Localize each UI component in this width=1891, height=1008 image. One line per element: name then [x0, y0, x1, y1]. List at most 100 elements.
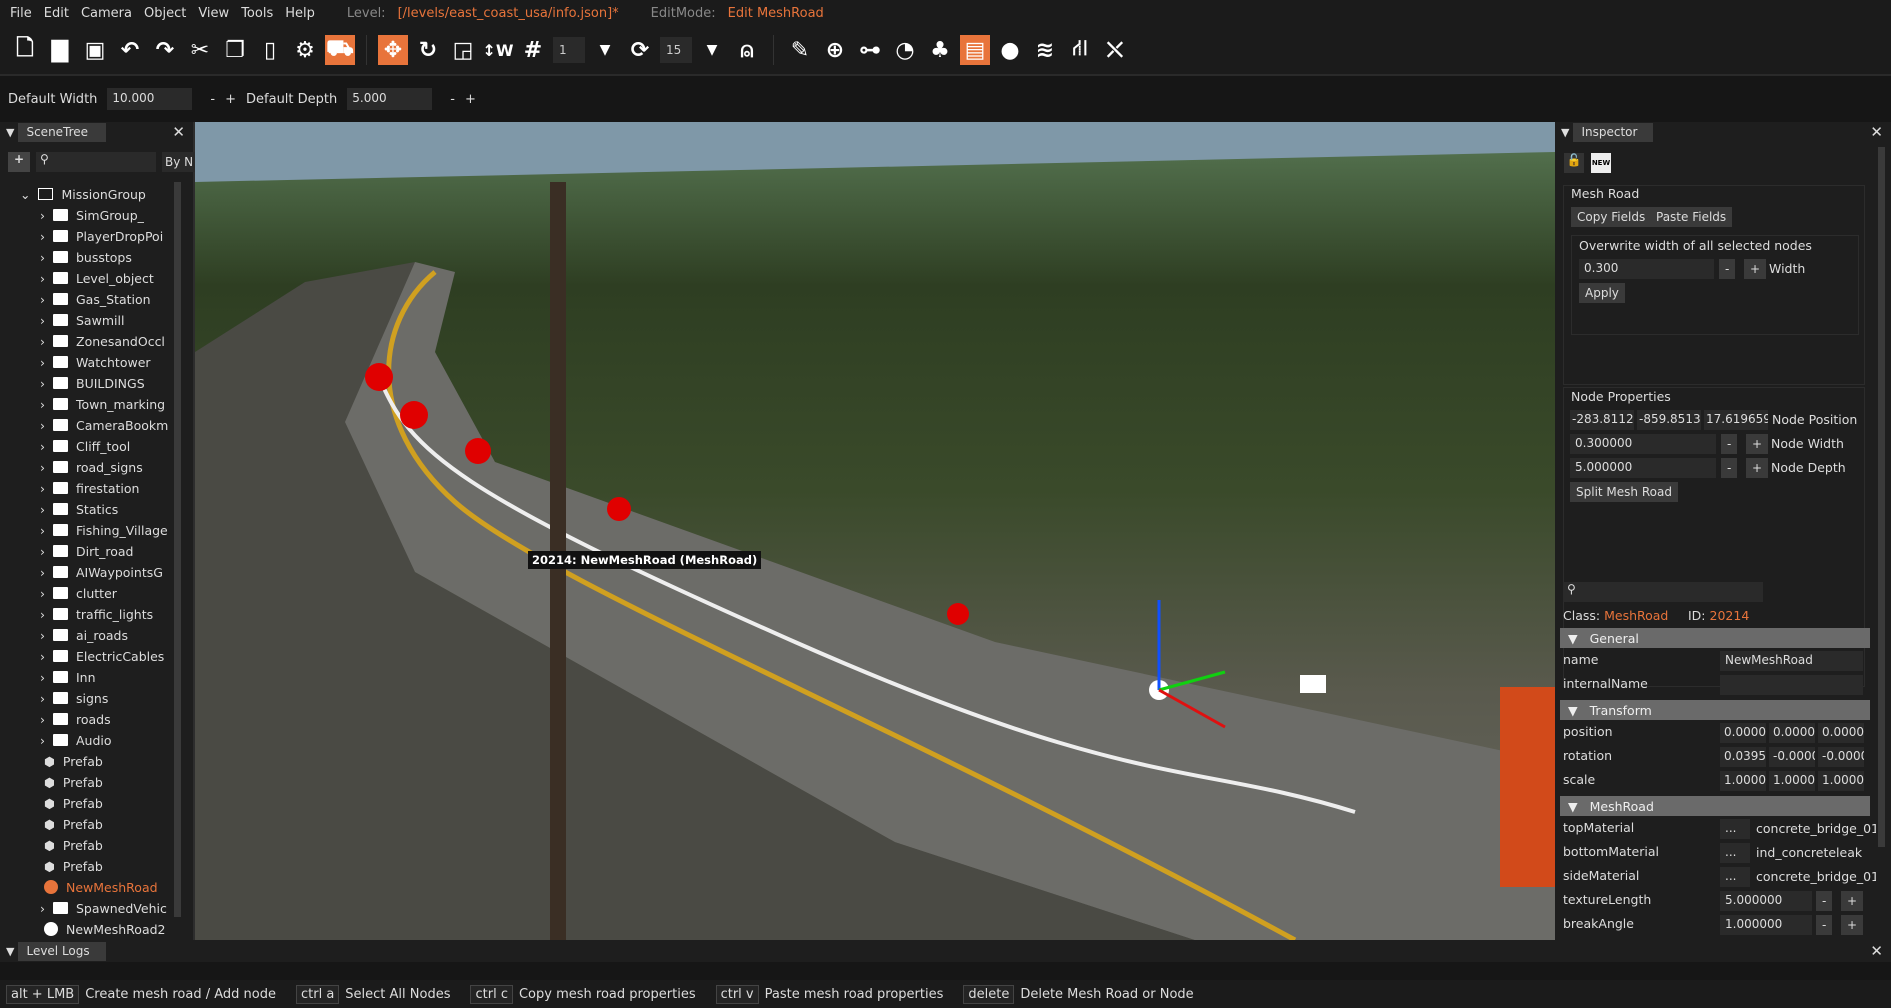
break-angle-minus[interactable]: -	[1816, 915, 1833, 935]
scenetree-tab[interactable]: SceneTree	[18, 122, 107, 142]
scale-icon[interactable]: ◲	[448, 35, 478, 65]
tree-item-folder[interactable]: › traffic_lights	[40, 604, 172, 624]
copy-icon[interactable]: ❐	[220, 35, 250, 65]
bottom-material-browse[interactable]: ...	[1720, 843, 1750, 863]
undo-icon[interactable]: ↶	[115, 35, 145, 65]
chevron-right-icon[interactable]: ›	[40, 313, 45, 328]
chevron-right-icon[interactable]: ›	[40, 691, 45, 706]
tree-item-folder[interactable]: › CameraBookm	[40, 415, 172, 435]
chevron-down-icon[interactable]: ▼	[697, 35, 727, 65]
position-y[interactable]: 0.00000	[1769, 723, 1815, 743]
collapse-icon[interactable]: ▼	[1561, 126, 1569, 139]
menu-object[interactable]: Object	[144, 6, 186, 21]
filter-dropdown[interactable]: By N	[162, 152, 195, 172]
angle-snap-icon[interactable]: ⟳	[625, 35, 655, 65]
paste-icon[interactable]: ▯	[255, 35, 285, 65]
move-icon[interactable]: ✥	[378, 35, 408, 65]
chevron-right-icon[interactable]: ›	[40, 901, 45, 916]
add-circle-icon[interactable]: ⊕	[820, 35, 850, 65]
chevron-right-icon[interactable]: ›	[40, 607, 45, 622]
tree-item-folder[interactable]: › ai_roads	[40, 625, 172, 645]
chevron-right-icon[interactable]: ›	[40, 292, 45, 307]
tree-item-folder[interactable]: › SimGroup_	[40, 205, 172, 225]
cut-icon[interactable]: ✂	[185, 35, 215, 65]
tree-item-folder[interactable]: › PlayerDropPoi	[40, 226, 172, 246]
chevron-down-icon[interactable]: ▼	[590, 35, 620, 65]
scale-x[interactable]: 1.00000	[1720, 771, 1766, 791]
node-pos-x[interactable]: -283.81121	[1570, 410, 1634, 430]
side-material-browse[interactable]: ...	[1720, 867, 1750, 887]
menu-camera[interactable]: Camera	[81, 6, 132, 21]
width-plus-button[interactable]: +	[225, 92, 236, 107]
chevron-right-icon[interactable]: ›	[40, 670, 45, 685]
road-node[interactable]	[607, 497, 631, 521]
mesh-road-icon[interactable]: ▤	[960, 35, 990, 65]
grid-size-field[interactable]: 1	[553, 37, 585, 63]
pencil-icon[interactable]: ✎	[785, 35, 815, 65]
position-x[interactable]: 0.00000	[1720, 723, 1766, 743]
road-node[interactable]	[400, 401, 428, 429]
decal-icon[interactable]: ⛌	[1100, 35, 1130, 65]
node-width-input[interactable]: 0.300000	[1570, 434, 1716, 454]
tree-item-folder[interactable]: › roads	[40, 709, 172, 729]
node-pos-z[interactable]: 17.619659	[1704, 410, 1768, 430]
default-depth-input[interactable]: 5.000	[347, 88, 433, 110]
tree-item-folder[interactable]: › ElectricCables	[40, 646, 172, 666]
lock-icon[interactable]: 🔓	[1564, 153, 1584, 173]
chevron-right-icon[interactable]: ›	[40, 271, 45, 286]
chevron-right-icon[interactable]: ›	[40, 586, 45, 601]
chevron-right-icon[interactable]: ›	[40, 733, 45, 748]
chevron-right-icon[interactable]: ›	[40, 355, 45, 370]
node-pos-y[interactable]: -859.85131	[1637, 410, 1701, 430]
3d-viewport[interactable]: 20214: NewMeshRoad (MeshRoad)	[195, 122, 1555, 940]
tree-item-folder[interactable]: › Cliff_tool	[40, 436, 172, 456]
tree-item-selected[interactable]: NewMeshRoad	[44, 877, 172, 897]
section-meshroad[interactable]: ▼ MeshRoad	[1560, 796, 1870, 816]
open-folder-icon[interactable]: ▇	[45, 35, 75, 65]
position-z[interactable]: 0.00000	[1818, 723, 1864, 743]
scrollbar[interactable]	[174, 182, 181, 917]
node-width-plus[interactable]: +	[1746, 434, 1769, 454]
terrain-paint-icon[interactable]: ◔	[890, 35, 920, 65]
width-minus-button[interactable]: -	[1719, 259, 1736, 279]
scale-z[interactable]: 1.00000	[1818, 771, 1864, 791]
texture-length-input[interactable]: 5.000000	[1720, 891, 1812, 911]
tree-item-folder[interactable]: › Watchtower	[40, 352, 172, 372]
forest-icon[interactable]: ♣	[925, 35, 955, 65]
copy-fields-button[interactable]: Copy Fields	[1571, 207, 1652, 227]
chevron-right-icon[interactable]: ›	[40, 481, 45, 496]
split-mesh-road-button[interactable]: Split Mesh Road	[1570, 482, 1678, 502]
tree-item-prefab[interactable]: ⬢ Prefab	[44, 814, 172, 834]
tree-item-prefab[interactable]: ⬢ Prefab	[44, 793, 172, 813]
snap-terrain-icon[interactable]: ⍝	[732, 35, 762, 65]
tree-item-prefab[interactable]: ⬢ Prefab	[44, 751, 172, 771]
texture-length-plus[interactable]: +	[1841, 891, 1864, 911]
angle-size-field[interactable]: 15	[660, 37, 692, 63]
tree-item-folder[interactable]: › Inn	[40, 667, 172, 687]
tree-item-prefab[interactable]: ⬢ Prefab	[44, 772, 172, 792]
depth-plus-button[interactable]: +	[465, 92, 476, 107]
inspector-tab[interactable]: Inspector	[1573, 122, 1654, 142]
chevron-right-icon[interactable]: ›	[40, 229, 45, 244]
tree-item-folder[interactable]: › Gas_Station	[40, 289, 172, 309]
width-minus-button[interactable]: -	[210, 92, 215, 107]
chevron-right-icon[interactable]: ›	[40, 397, 45, 412]
rotation-y[interactable]: -0.0000	[1769, 747, 1815, 767]
chevron-right-icon[interactable]: ›	[40, 439, 45, 454]
internal-name-input[interactable]	[1720, 675, 1863, 695]
tree-item-folder[interactable]: › SpawnedVehic	[40, 898, 172, 918]
tree-item-folder[interactable]: › BUILDINGS	[40, 373, 172, 393]
chevron-right-icon[interactable]: ›	[40, 334, 45, 349]
new-file-icon[interactable]: 🗋	[10, 35, 40, 65]
width-plus-button[interactable]: +	[1744, 259, 1767, 279]
road-node[interactable]	[365, 363, 393, 391]
river-icon[interactable]: ≋	[1030, 35, 1060, 65]
close-icon[interactable]: ✕	[172, 123, 185, 141]
tree-item-folder[interactable]: › busstops	[40, 247, 172, 267]
tree-item-missiongroup[interactable]: ⌄ MissionGroup	[20, 184, 172, 204]
rotation-x[interactable]: 0.03956	[1720, 747, 1766, 767]
break-angle-plus[interactable]: +	[1841, 915, 1864, 935]
node-depth-minus[interactable]: -	[1721, 458, 1738, 478]
tree-item-folder[interactable]: › Level_object	[40, 268, 172, 288]
add-group-icon[interactable]: +	[8, 152, 30, 172]
